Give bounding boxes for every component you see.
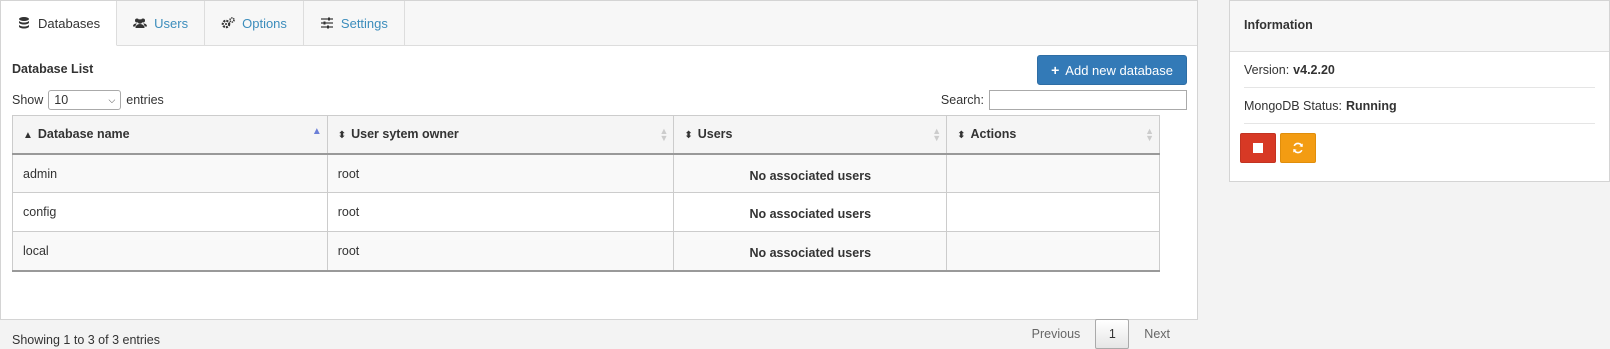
- status-value: Running: [1345, 98, 1397, 113]
- restart-server-button[interactable]: [1280, 133, 1316, 163]
- tab-databases[interactable]: Databases: [1, 1, 118, 46]
- tab-users[interactable]: Users: [117, 1, 206, 45]
- sort-indicator-icon: ▲ ▼: [1145, 126, 1154, 143]
- column-header-database-name[interactable]: ▲ Database name ▲: [12, 115, 328, 155]
- show-label: Show: [12, 93, 44, 107]
- column-label: User sytem owner: [351, 127, 459, 142]
- entries-select[interactable]: 10 ⌵: [48, 90, 122, 110]
- add-database-label: Add new database: [1065, 62, 1173, 78]
- stop-server-button[interactable]: [1240, 133, 1276, 163]
- status-row: MongoDB Status: Running: [1244, 88, 1595, 124]
- version-row: Version: v4.2.20: [1244, 52, 1595, 88]
- pagination: Previous 1 Next: [1017, 319, 1185, 349]
- sorted-indicator-icon: ▲: [311, 126, 322, 137]
- cell-database-name: local: [12, 231, 328, 272]
- cell-database-name: admin: [12, 153, 328, 193]
- tab-settings[interactable]: Settings: [304, 1, 405, 45]
- sort-indicator-icon: ▲ ▼: [932, 126, 942, 143]
- status-label: MongoDB Status:: [1244, 98, 1342, 113]
- sort-asc-icon: ▲: [23, 130, 33, 142]
- table-row: config root No associated users: [12, 192, 1160, 232]
- search-input[interactable]: [989, 90, 1187, 110]
- users-icon: [133, 18, 148, 28]
- databases-panel: Databases Users Options Settings Databas…: [0, 0, 1198, 349]
- cell-users: No associated users: [673, 231, 948, 272]
- tab-bar: Databases Users Options Settings: [1, 1, 1197, 46]
- tab-options[interactable]: Options: [205, 1, 304, 45]
- cell-owner: root: [326, 153, 675, 193]
- plus-icon: +: [1051, 62, 1060, 78]
- column-header-actions[interactable]: ⬍ Actions ▲ ▼: [946, 115, 1160, 155]
- column-label: Users: [697, 127, 733, 142]
- sort-indicator-icon: ▲ ▼: [659, 126, 669, 143]
- entries-select-value: 10: [54, 93, 69, 107]
- entries-length-control: Show 10 ⌵ entries: [12, 90, 164, 110]
- version-value: v4.2.20: [1293, 62, 1335, 77]
- stop-icon: [1253, 143, 1263, 153]
- version-label: Version:: [1244, 62, 1290, 77]
- tab-label: Databases: [38, 15, 101, 31]
- cell-actions: [946, 153, 1160, 193]
- sort-icon: ⬍: [337, 130, 347, 142]
- information-title: Information: [1230, 1, 1609, 52]
- sliders-icon: [320, 17, 333, 29]
- gears-icon: [221, 17, 235, 29]
- cell-actions: [946, 231, 1160, 272]
- information-panel: Information Version: v4.2.20 MongoDB Sta…: [1229, 0, 1610, 182]
- sort-icon: ⬍: [684, 130, 693, 142]
- server-controls: [1240, 133, 1599, 163]
- list-title: Database List: [12, 62, 94, 76]
- entries-label: entries: [126, 93, 164, 107]
- database-table: ▲ Database name ▲ ⬍ User sytem owner ▲ ▼ ⬍ U…: [12, 115, 1160, 272]
- cell-owner: root: [326, 231, 675, 272]
- sort-icon: ⬍: [957, 130, 966, 142]
- next-page-button[interactable]: Next: [1129, 327, 1185, 341]
- cell-owner: root: [326, 192, 675, 232]
- tab-label: Options: [242, 15, 287, 31]
- chevron-down-icon: ⌵: [108, 94, 116, 105]
- cell-actions: [946, 192, 1160, 232]
- search-control: Search:: [941, 90, 1187, 110]
- cell-database-name: config: [12, 192, 328, 232]
- column-header-users[interactable]: ⬍ Users ▲ ▼: [673, 115, 948, 155]
- search-label: Search:: [940, 93, 984, 107]
- page-button-current[interactable]: 1: [1095, 319, 1130, 349]
- table-row: admin root No associated users: [12, 153, 1160, 193]
- table-info: Showing 1 to 3 of 3 entries: [12, 333, 161, 347]
- previous-page-button[interactable]: Previous: [1017, 327, 1096, 341]
- column-header-owner[interactable]: ⬍ User sytem owner ▲ ▼: [326, 115, 675, 155]
- database-icon: [19, 17, 29, 29]
- column-label: Actions: [970, 127, 1017, 142]
- tab-label: Users: [154, 15, 189, 31]
- refresh-icon: [1293, 142, 1303, 154]
- tab-label: Settings: [340, 15, 388, 31]
- cell-users: No associated users: [673, 192, 948, 232]
- cell-users: No associated users: [673, 153, 948, 193]
- add-database-button[interactable]: + Add new database: [1037, 55, 1187, 85]
- table-row: local root No associated users: [12, 231, 1160, 272]
- column-label: Database name: [37, 127, 130, 142]
